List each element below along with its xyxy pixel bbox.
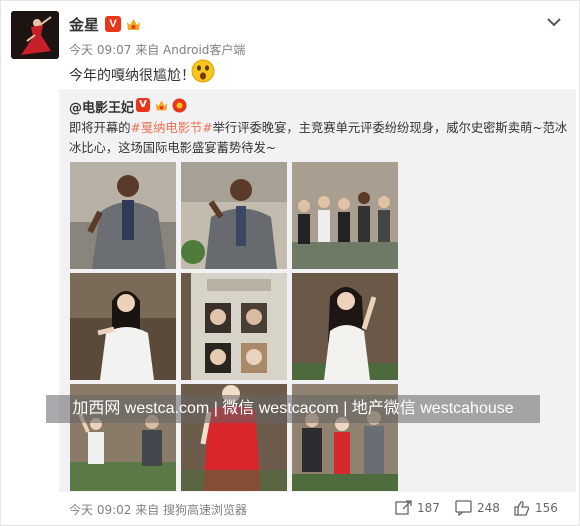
forward-button[interactable]: 187 (395, 500, 445, 516)
photo-thumbnail[interactable] (181, 273, 287, 380)
photo-thumbnail[interactable] (70, 273, 176, 380)
post-username[interactable]: 金星 (69, 14, 99, 35)
post-meta: 今天 09:07 来自 Android客户端 (69, 43, 246, 57)
repost-meta: 今天 09:02 来自 搜狗高速浏览器 (69, 503, 248, 517)
topic-link[interactable]: #戛纳电影节# (131, 121, 213, 135)
avatar[interactable] (11, 11, 59, 59)
watermark-banner: 加西网 westca.com | 微信 westcacom | 地产微信 wes… (46, 395, 540, 423)
repost-verified-badge: V (136, 98, 150, 112)
comment-button[interactable]: 248 (455, 500, 505, 516)
photo-thumbnail[interactable] (292, 273, 398, 380)
repost-text: 即将开幕的#戛纳电影节#举行评委晚宴，主竞赛单元评委纷纷现身，威尔史密斯卖萌~范… (69, 118, 569, 158)
photo-thumbnail[interactable] (292, 162, 398, 269)
forward-icon (395, 500, 412, 515)
surprised-emoji-icon (191, 59, 215, 83)
forward-count: 187 (417, 501, 440, 515)
post-text: 今年的嘎纳很尴尬！ (69, 68, 195, 84)
comment-icon (455, 500, 472, 516)
like-count: 156 (535, 501, 558, 515)
photo-thumbnail[interactable] (70, 162, 176, 269)
verified-badge: V (105, 16, 121, 32)
chevron-down-icon[interactable] (546, 13, 562, 27)
repost-text-prefix: 即将开幕的 (69, 121, 131, 135)
like-icon (514, 501, 530, 516)
weibo-post-card: 金星 V 今天 09:07 来自 Android客户端 今年的嘎纳很尴尬！ @电… (0, 0, 580, 526)
vip-crown-icon (154, 98, 169, 113)
vip-crown-icon (125, 16, 142, 33)
reposted-content: @电影王妃 V 即将开幕的#戛纳电影节#举行评委晚宴，主竞赛单元评委纷纷现身，威… (59, 89, 576, 517)
like-button[interactable]: 156 (513, 500, 569, 516)
photo-thumbnail[interactable] (181, 162, 287, 269)
red-badge-icon (172, 98, 187, 113)
repost-username[interactable]: @电影王妃 (69, 97, 134, 116)
comment-count: 248 (477, 501, 500, 515)
